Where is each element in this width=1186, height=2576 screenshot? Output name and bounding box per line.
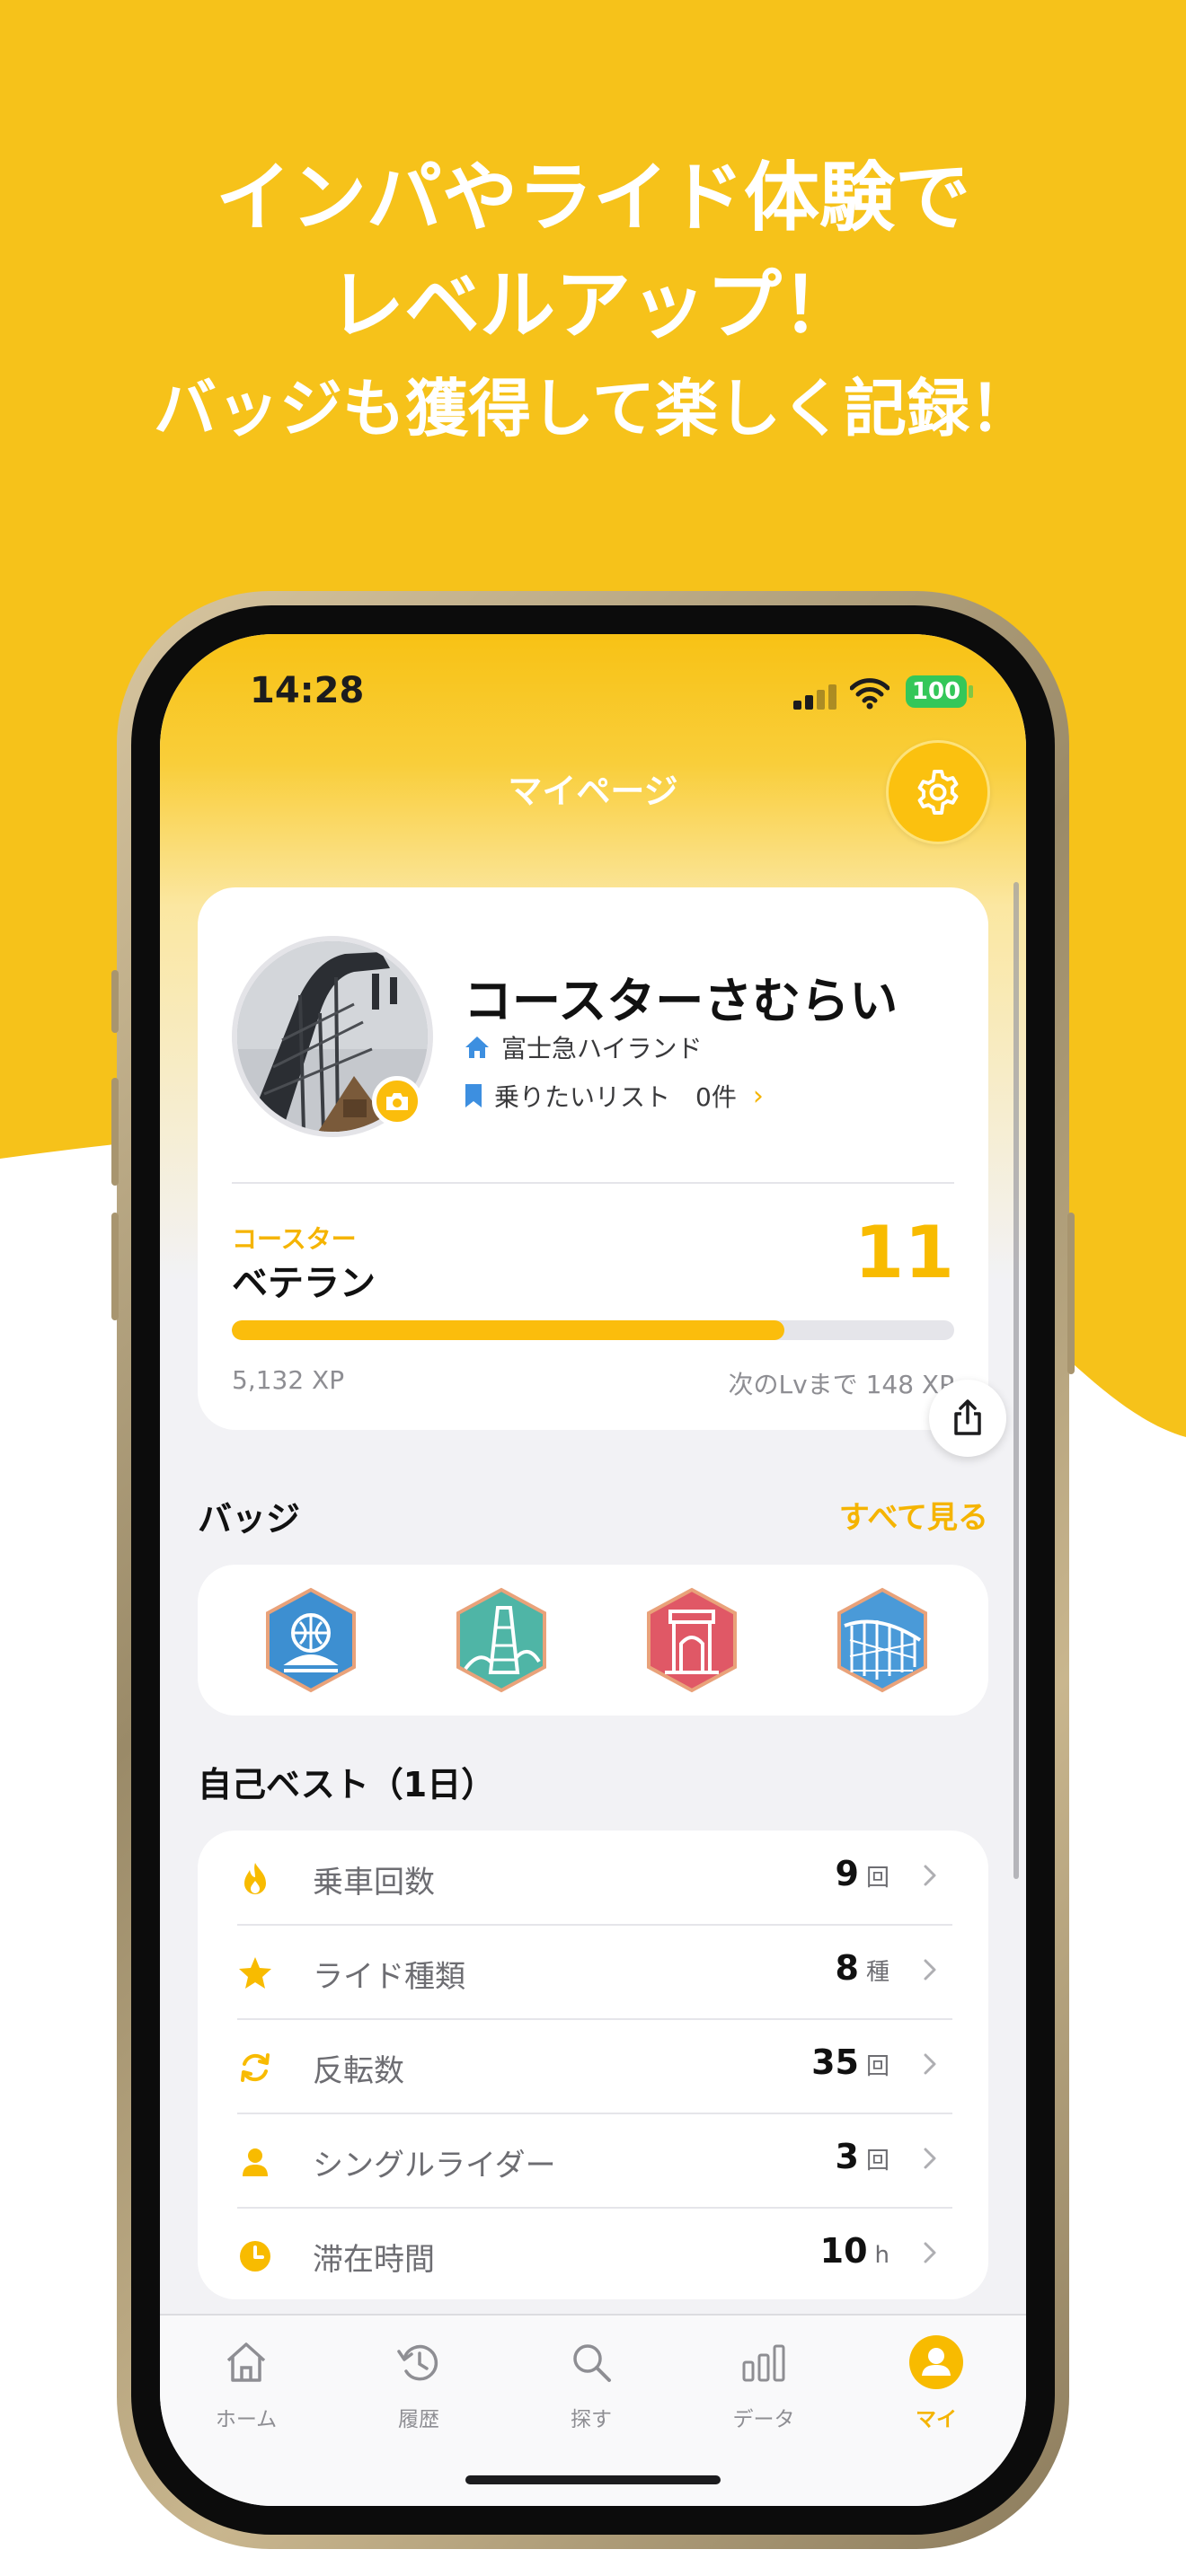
chevron-right-icon bbox=[924, 1959, 936, 1981]
gear-icon bbox=[917, 770, 959, 815]
divider bbox=[232, 1182, 954, 1184]
bar-chart-icon bbox=[742, 2344, 785, 2382]
share-icon bbox=[954, 1399, 981, 1435]
see-all-badges-link[interactable]: すべて見る bbox=[717, 1493, 988, 1537]
pb-row-single-rider[interactable]: シングルライダー 3回 bbox=[198, 2113, 988, 2207]
home-park: 富士急ハイランド bbox=[464, 1029, 702, 1065]
promo-line-3: バッジも獲得して楽しく記録！ bbox=[154, 372, 1032, 446]
profile-card: コースターさむらい 富士急ハイランド 乗りたいリスト 0件 › コースター ベテ… bbox=[198, 887, 988, 1430]
wifi-icon bbox=[850, 678, 890, 710]
camera-icon bbox=[386, 1093, 408, 1110]
phone-action-button bbox=[111, 970, 119, 1033]
person-icon bbox=[243, 2148, 268, 2176]
battery-tip bbox=[969, 685, 973, 698]
tab-label: マイ bbox=[916, 2408, 957, 2431]
chevron-right-icon bbox=[924, 2053, 936, 2075]
promo-headline: インパやライド体験で レベルアップ！ バッジも獲得して楽しく記録！ bbox=[0, 144, 1186, 458]
tab-label: ホーム bbox=[215, 2408, 278, 2431]
xp-progress-fill bbox=[232, 1320, 785, 1340]
promo-line-2: レベルアップ！ bbox=[328, 261, 857, 349]
bookmark-icon bbox=[465, 1084, 482, 1107]
pb-value: 3回 bbox=[835, 2137, 890, 2176]
wishlist-link[interactable]: 乗りたいリスト 0件 › bbox=[464, 1078, 764, 1114]
level-name: ベテラン bbox=[232, 1263, 376, 1304]
tab-my-page[interactable]: マイ bbox=[850, 2333, 1022, 2441]
app-screen: 14:28 100 マイページ コースターさむらい 富士急ハイランド 乗りたいリ… bbox=[160, 634, 1026, 2506]
status-time: 14:28 bbox=[250, 670, 365, 711]
tab-label: 探す bbox=[571, 2408, 612, 2431]
pb-row-ride-types[interactable]: ライド種類 8種 bbox=[198, 1925, 988, 2018]
pb-value: 35 回 bbox=[811, 2042, 890, 2082]
wishlist-count: 0件 bbox=[695, 1082, 737, 1112]
cellular-signal-icon bbox=[793, 684, 836, 710]
flame-icon bbox=[244, 1863, 266, 1894]
tab-home[interactable]: ホーム bbox=[160, 2333, 332, 2441]
tab-search[interactable]: 探す bbox=[505, 2333, 677, 2441]
level-category: コースター bbox=[232, 1224, 357, 1254]
gate-badge-icon[interactable] bbox=[643, 1586, 740, 1694]
coaster-tower-badge-icon[interactable] bbox=[453, 1586, 550, 1694]
username: コースターさむらい bbox=[464, 973, 898, 1029]
xp-to-next-level: 次のLvまで 148 XP bbox=[728, 1370, 954, 1399]
loop-icon bbox=[241, 2053, 270, 2082]
settings-button[interactable] bbox=[886, 740, 990, 844]
pb-label: シングルライダー bbox=[313, 2148, 556, 2183]
star-icon bbox=[239, 1957, 271, 1989]
phone-volume-down bbox=[111, 1213, 119, 1320]
profile-icon bbox=[909, 2335, 963, 2389]
personal-best-card: 乗車回数 9回 ライド種類 8種 反転数 35 回 シングルライダー 3 回 滞… bbox=[198, 1831, 988, 2299]
tab-label: データ bbox=[732, 2408, 795, 2431]
scroll-indicator[interactable] bbox=[1013, 882, 1019, 1879]
level-number: 11 bbox=[854, 1211, 954, 1294]
chevron-right-icon bbox=[924, 2242, 936, 2263]
pb-label: ライド種類 bbox=[313, 1959, 465, 1995]
globe-fountain-badge-icon[interactable] bbox=[262, 1586, 359, 1694]
chevron-right-icon: › bbox=[752, 1080, 764, 1112]
pb-value: 8種 bbox=[835, 1948, 890, 1988]
home-indicator bbox=[465, 2475, 721, 2484]
badges-card bbox=[198, 1565, 988, 1716]
xp-current: 5,132 XP bbox=[232, 1365, 345, 1395]
pb-label: 乗車回数 bbox=[313, 1865, 435, 1901]
battery-indicator: 100 bbox=[906, 675, 967, 708]
home-icon bbox=[465, 1037, 489, 1058]
pb-value: 10 h bbox=[819, 2231, 890, 2271]
wishlist-label: 乗りたいリスト bbox=[494, 1082, 671, 1112]
phone-power-button bbox=[1067, 1213, 1075, 1374]
pb-row-rides[interactable]: 乗車回数 9回 bbox=[198, 1831, 988, 1924]
share-button[interactable] bbox=[929, 1380, 1006, 1457]
pb-label: 滞在時間 bbox=[313, 2242, 435, 2278]
pb-label: 反転数 bbox=[313, 2053, 404, 2089]
history-icon bbox=[397, 2344, 438, 2381]
pb-row-stay-time[interactable]: 滞在時間 10 h bbox=[198, 2208, 988, 2301]
personal-best-title: 自己ベスト（1日） bbox=[198, 1765, 496, 1804]
coaster-track-badge-icon[interactable] bbox=[834, 1586, 931, 1694]
tab-history[interactable]: 履歴 bbox=[332, 2333, 505, 2441]
tab-data[interactable]: データ bbox=[677, 2333, 850, 2441]
search-icon bbox=[573, 2344, 611, 2382]
badges-title: バッジ bbox=[198, 1499, 301, 1539]
home-icon bbox=[226, 2342, 266, 2382]
xp-progress-bar bbox=[232, 1320, 954, 1340]
chevron-right-icon bbox=[924, 2148, 936, 2169]
phone-volume-up bbox=[111, 1078, 119, 1186]
pb-value: 9回 bbox=[835, 1854, 890, 1893]
pb-row-inversions[interactable]: 反転数 35 回 bbox=[198, 2019, 988, 2113]
change-photo-button[interactable] bbox=[372, 1076, 422, 1126]
promo-line-1: インパやライド体験で bbox=[215, 154, 970, 242]
tab-label: 履歴 bbox=[398, 2408, 439, 2431]
clock-icon bbox=[240, 2241, 270, 2272]
chevron-right-icon bbox=[924, 1865, 936, 1886]
home-park-label: 富士急ハイランド bbox=[501, 1034, 703, 1063]
